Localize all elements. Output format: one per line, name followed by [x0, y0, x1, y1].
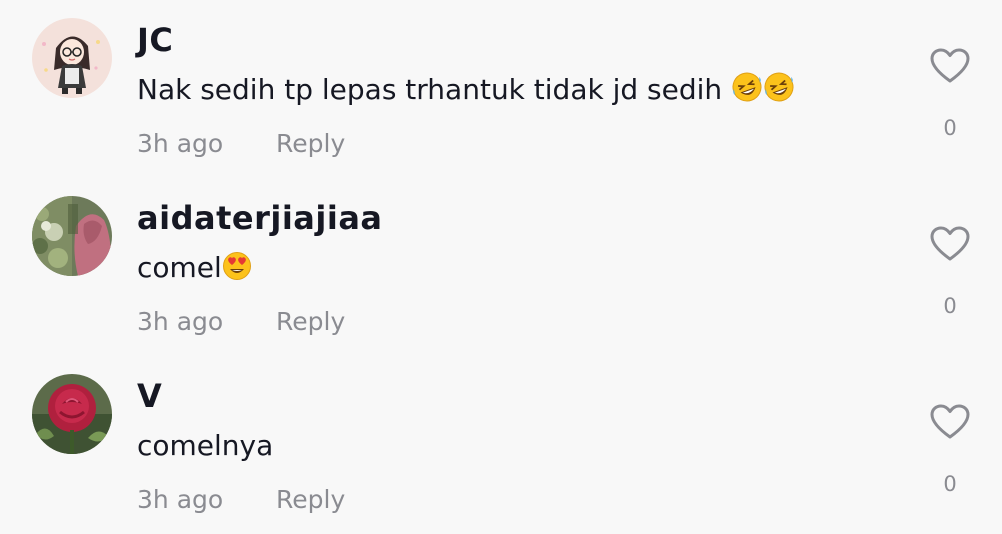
reply-button[interactable]: Reply	[276, 482, 345, 518]
avatar[interactable]	[32, 18, 112, 98]
comment-timestamp: 3h ago	[137, 485, 224, 514]
heart-outline-icon[interactable]	[930, 404, 970, 440]
comment-username[interactable]: JC	[137, 20, 173, 60]
comment-text-content: Nak sedih tp lepas trhantuk tidak jd sed…	[137, 73, 732, 106]
rolling-on-floor-laughing-emoji	[731, 71, 763, 114]
like-count: 0	[943, 294, 957, 318]
reply-button[interactable]: Reply	[276, 304, 345, 340]
comment-username[interactable]: V	[137, 376, 162, 416]
avatar[interactable]	[32, 196, 112, 276]
like-count: 0	[943, 116, 957, 140]
comment-username[interactable]: aidaterjiajiaa	[137, 198, 383, 238]
comment-item: V comelnya 3h ago Reply 0	[0, 356, 1002, 534]
comment-text: comel	[137, 248, 252, 292]
comment-timestamp: 3h ago	[137, 129, 224, 158]
like-button[interactable]: 0	[926, 48, 974, 148]
heart-outline-icon[interactable]	[930, 48, 970, 84]
heart-outline-icon[interactable]	[930, 226, 970, 262]
rolling-on-floor-laughing-emoji	[763, 71, 795, 114]
comment-item: aidaterjiajiaa comel 3h ago Reply 0	[0, 178, 1002, 356]
like-button[interactable]: 0	[926, 226, 974, 326]
comment-text: comelnya	[137, 429, 274, 462]
avatar[interactable]	[32, 374, 112, 454]
comment-item: JC Nak sedih tp lepas trhantuk tidak jd …	[0, 0, 1002, 178]
comment-text-content: comel	[137, 251, 222, 284]
like-button[interactable]: 0	[926, 404, 974, 504]
reply-button[interactable]: Reply	[276, 126, 345, 162]
like-count: 0	[943, 472, 957, 496]
heart-eyes-emoji	[222, 251, 252, 292]
comment-text: Nak sedih tp lepas trhantuk tidak jd sed…	[137, 70, 795, 114]
comment-timestamp: 3h ago	[137, 307, 224, 336]
